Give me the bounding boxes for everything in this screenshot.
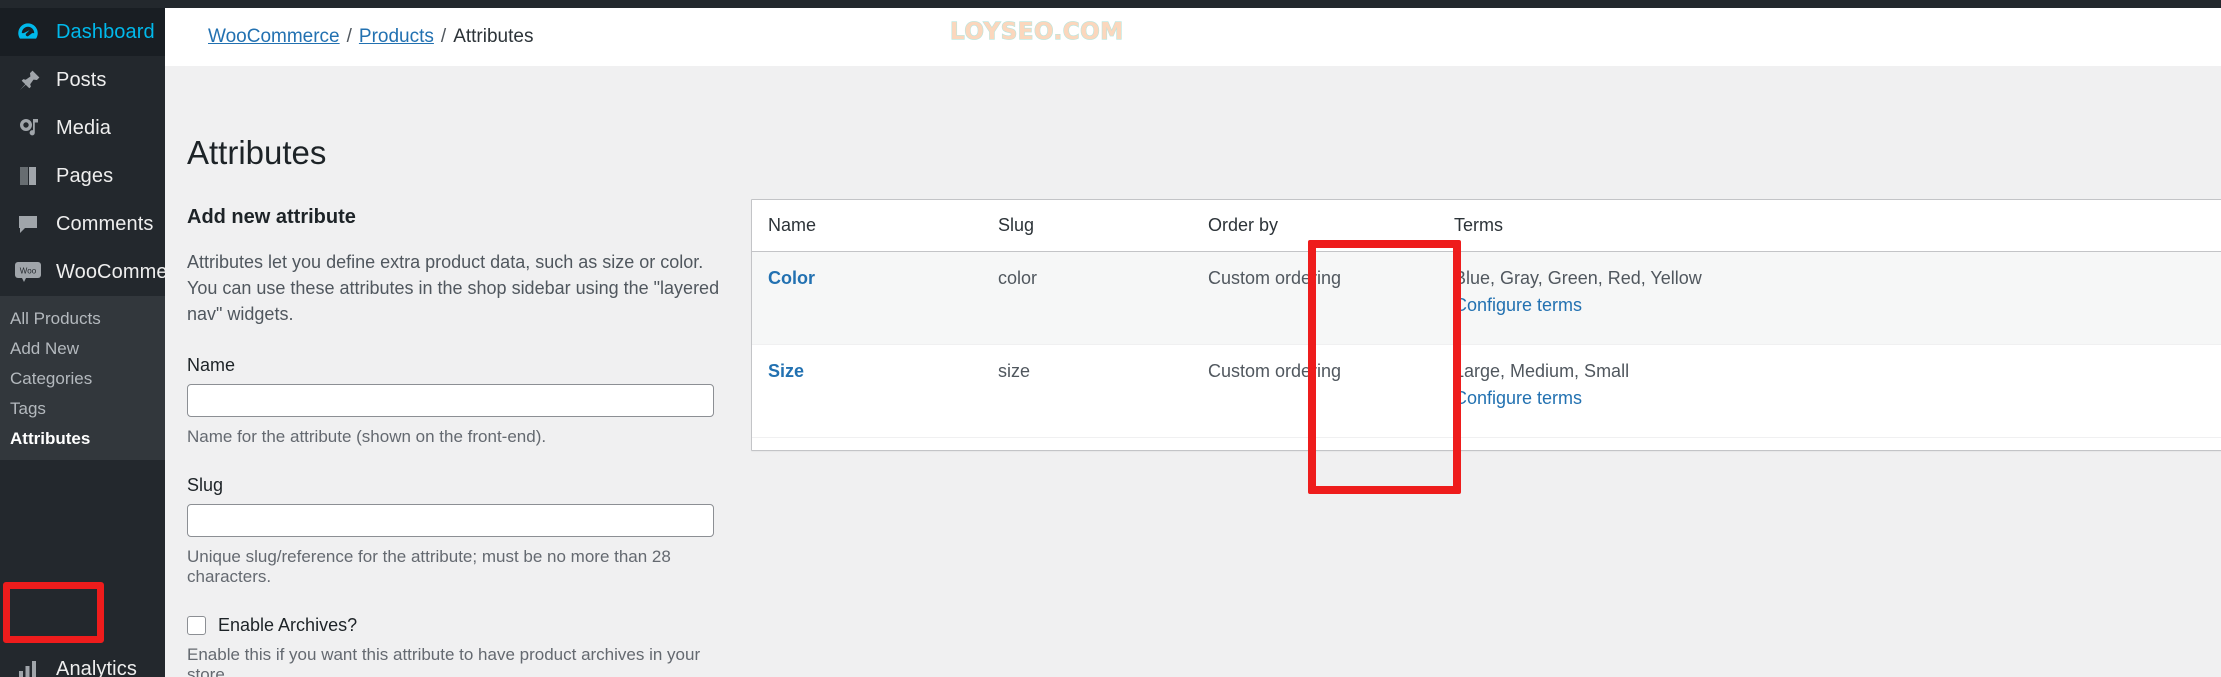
sidebar-item-pages[interactable]: Pages: [0, 152, 165, 200]
sidebar-subitem-categories[interactable]: Categories: [0, 364, 165, 394]
comment-icon: [14, 210, 42, 238]
breadcrumb-separator: /: [346, 26, 352, 47]
column-header-name[interactable]: Name: [752, 200, 998, 252]
bar-chart-icon: [14, 655, 42, 677]
cell-attribute-terms: Large, Medium, Small Configure terms: [1454, 344, 2221, 438]
enable-archives-label: Enable Archives?: [218, 615, 358, 636]
sidebar-item-label: Posts: [56, 68, 107, 91]
page-title: Attributes: [187, 134, 327, 171]
pages-icon: [14, 162, 42, 190]
breadcrumb-link-woocommerce[interactable]: WooCommerce: [208, 26, 340, 47]
form-heading: Add new attribute: [187, 206, 356, 228]
table-row: Color color Custom ordering Blue, Gray, …: [752, 251, 2221, 345]
cell-attribute-slug: color: [998, 251, 1208, 345]
attributes-table-body: Color color Custom ordering Blue, Gray, …: [752, 251, 2221, 438]
sidebar-subitem-add-new[interactable]: Add New: [0, 334, 165, 364]
name-field-label: Name: [187, 355, 236, 376]
slug-field-help: Unique slug/reference for the attribute;…: [187, 547, 671, 587]
sidebar-subitem-attributes[interactable]: Attributes: [0, 424, 165, 454]
breadcrumb-link-products[interactable]: Products: [359, 26, 434, 47]
form-description: Attributes let you define extra product …: [187, 252, 720, 325]
sidebar-item-woocommerce[interactable]: Woo WooCommerce: [0, 248, 196, 296]
sidebar-item-posts[interactable]: Posts: [0, 56, 165, 104]
name-field-help: Name for the attribute (shown on the fro…: [187, 427, 547, 447]
terms-list: Large, Medium, Small: [1454, 361, 1630, 381]
configure-terms-link[interactable]: Configure terms: [1454, 295, 2221, 316]
media-icon: [14, 114, 42, 142]
attributes-table-head: Name Slug Order by Terms: [752, 200, 2221, 252]
enable-archives-help: Enable this if you want this attribute t…: [187, 645, 701, 677]
dashboard-icon: [14, 18, 42, 46]
sidebar-item-label: Media: [56, 116, 111, 139]
sidebar-item-label: Analytics: [56, 657, 137, 677]
terms-list: Blue, Gray, Green, Red, Yellow: [1454, 268, 1702, 288]
sidebar-item-label: Dashboard: [56, 20, 155, 43]
name-input[interactable]: [187, 384, 714, 418]
slug-input[interactable]: [187, 504, 714, 538]
sidebar-submenu-products: All Products Add New Categories Tags Att…: [0, 296, 165, 460]
breadcrumb-separator: /: [440, 26, 447, 47]
sidebar-subitem-tags[interactable]: Tags: [0, 394, 165, 424]
woo-icon: Woo: [14, 258, 42, 286]
svg-text:Woo: Woo: [20, 267, 37, 276]
column-header-orderby[interactable]: Order by: [1208, 200, 1454, 252]
cell-attribute-orderby: Custom ordering: [1208, 344, 1454, 438]
table-footer: [752, 438, 2221, 450]
column-header-terms[interactable]: Terms: [1454, 200, 2221, 252]
sidebar-menu-bottom: Analytics: [0, 645, 165, 677]
add-new-attribute-form: Add new attribute Attributes let you def…: [187, 206, 747, 677]
enable-archives-checkbox[interactable]: [187, 616, 206, 636]
sidebar-item-comments[interactable]: Comments: [0, 200, 165, 248]
breadcrumb-bar: WooCommerce / Products / Attributes LOYSEO.C…: [165, 8, 2221, 66]
sidebar-subitem-all-products[interactable]: All Products: [0, 304, 165, 334]
cell-attribute-name: Color: [752, 251, 998, 345]
table-header-row: Name Slug Order by Terms: [752, 200, 2221, 252]
cell-attribute-slug: size: [998, 344, 1208, 438]
sidebar-item-analytics[interactable]: Analytics: [0, 645, 165, 677]
attribute-link-size[interactable]: Size: [768, 361, 804, 381]
breadcrumb: WooCommerce / Products / Attributes: [208, 26, 533, 48]
attributes-table: Name Slug Order by Terms Color color Cus…: [752, 200, 2221, 438]
wp-admin-bar: [0, 0, 2221, 8]
configure-terms-link[interactable]: Configure terms: [1454, 388, 2221, 409]
admin-sidebar: Dashboard Posts Media Pages Comments Woo…: [0, 0, 196, 677]
table-row: Size size Custom ordering Large, Medium,…: [752, 344, 2221, 438]
sidebar-menu-top: Dashboard Posts Media Pages Comments Woo…: [0, 8, 196, 344]
pin-icon: [14, 66, 42, 94]
breadcrumb-current-attributes: Attributes: [453, 26, 534, 47]
column-header-slug[interactable]: Slug: [998, 200, 1208, 252]
enable-archives-row[interactable]: Enable Archives?: [187, 615, 747, 636]
cell-attribute-orderby: Custom ordering: [1208, 251, 1454, 345]
sidebar-item-dashboard[interactable]: Dashboard: [0, 8, 165, 56]
content-area: WooCommerce / Products / Attributes LOYSEO.C…: [165, 8, 2221, 677]
sidebar-item-label: Comments: [56, 212, 154, 235]
cell-attribute-name: Size: [752, 344, 998, 438]
slug-field-label: Slug: [187, 475, 224, 496]
attributes-table-wrapper: Name Slug Order by Terms Color color Cus…: [751, 199, 2221, 451]
attribute-link-color[interactable]: Color: [768, 268, 815, 288]
cell-attribute-terms: Blue, Gray, Green, Red, Yellow Configure…: [1454, 251, 2221, 345]
watermark-loyseo: LOYSEO.COM: [949, 18, 1124, 45]
sidebar-item-label: Pages: [56, 164, 114, 187]
sidebar-item-media[interactable]: Media: [0, 104, 165, 152]
screen-root: Dashboard Posts Media Pages Comments Woo…: [0, 0, 2221, 677]
highlight-box-sidebar-attributes: [3, 582, 104, 643]
